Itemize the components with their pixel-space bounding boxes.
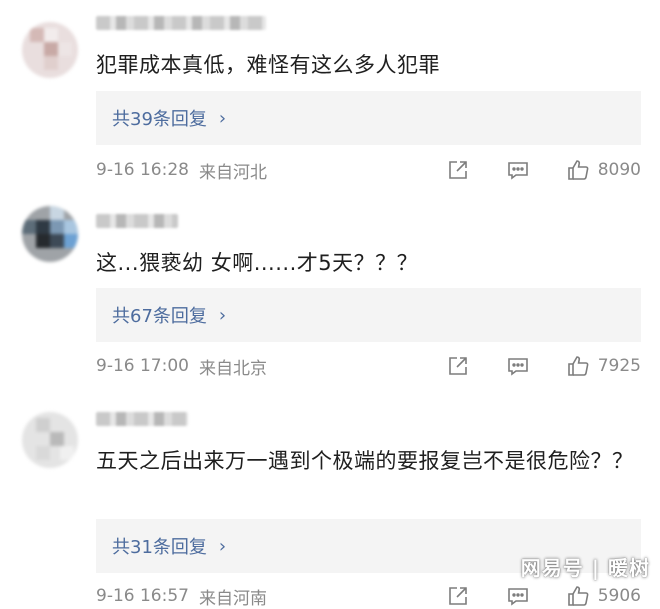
like-count: 8090 [597, 160, 641, 180]
username[interactable] [96, 16, 266, 30]
share-icon[interactable] [446, 354, 470, 378]
comment-actions: 8090 [446, 158, 641, 182]
comment-meta: 9-16 16:57 来自河南 5906 [96, 584, 641, 609]
comment-icon[interactable] [506, 158, 530, 182]
like-count: 5906 [597, 586, 641, 606]
replies-link[interactable]: 共39条回复 › [96, 91, 641, 145]
comment-text: 这...猥亵幼 女啊......才5天？？？ [96, 251, 419, 275]
thumbs-up-icon[interactable] [566, 354, 590, 378]
replies-label: 共67条回复 [112, 306, 207, 327]
share-icon[interactable] [446, 584, 470, 608]
comment-text: 五天之后出来万一遇到个极端的要报复岂不是很危险？？ [96, 449, 634, 473]
comment-icon[interactable] [506, 354, 530, 378]
comment-text: 犯罪成本真低，难怪有这么多人犯罪 [96, 53, 440, 77]
username[interactable] [96, 412, 188, 426]
timestamp: 9-16 17:00 [96, 356, 189, 376]
thumbs-up-icon[interactable] [566, 584, 590, 608]
chevron-right-icon: › [218, 535, 227, 557]
comment-meta: 9-16 17:00 来自北京 7925 [96, 354, 641, 379]
comment-icon[interactable] [506, 584, 530, 608]
avatar[interactable] [22, 22, 78, 78]
watermark: 网易号 | 暖树 [520, 556, 650, 580]
timestamp: 9-16 16:28 [96, 160, 189, 180]
chevron-right-icon: › [218, 107, 227, 129]
chevron-right-icon: › [218, 304, 227, 326]
avatar[interactable] [22, 412, 78, 468]
replies-label: 共31条回复 [112, 537, 207, 558]
username[interactable] [96, 214, 178, 228]
location: 来自北京 [198, 358, 267, 379]
thumbs-up-icon[interactable] [566, 158, 590, 182]
comment-actions: 7925 [446, 354, 641, 378]
avatar[interactable] [22, 206, 78, 262]
location: 来自河南 [198, 588, 267, 609]
like-count: 7925 [597, 356, 641, 376]
share-icon[interactable] [446, 158, 470, 182]
replies-link[interactable]: 共67条回复 › [96, 288, 641, 342]
location: 来自河北 [198, 162, 267, 183]
comment-actions: 5906 [446, 584, 641, 608]
timestamp: 9-16 16:57 [96, 586, 189, 606]
comment-meta: 9-16 16:28 来自河北 8090 [96, 158, 641, 183]
replies-label: 共39条回复 [112, 109, 207, 130]
